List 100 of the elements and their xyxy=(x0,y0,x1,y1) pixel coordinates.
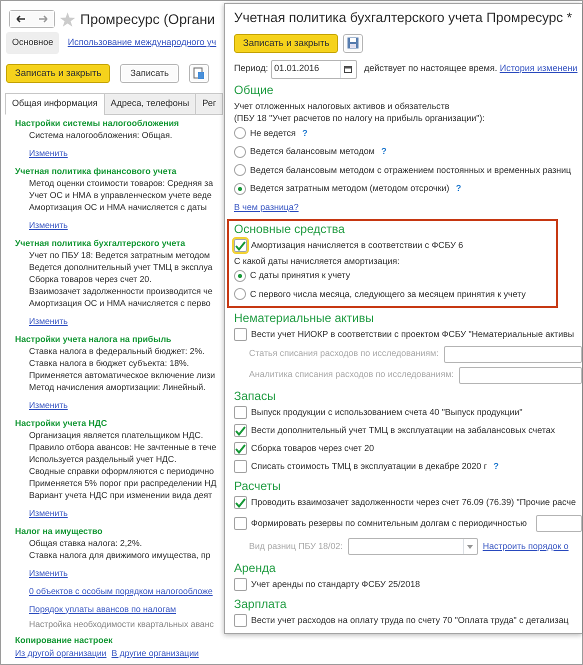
info-line: Вариант учета НДС при изменении вида деят xyxy=(29,488,212,500)
link[interactable]: Изменить xyxy=(29,146,68,158)
checkbox-label: Учет аренды по стандарту ФСБУ 25/2018 xyxy=(251,578,420,591)
info-line: Метод начисления амортизации: Линейный. xyxy=(29,380,206,392)
help-link[interactable]: ? xyxy=(493,460,499,474)
back-arrow-icon xyxy=(16,15,26,23)
view-tab[interactable]: Основное xyxy=(6,32,60,54)
input-field[interactable] xyxy=(458,366,582,384)
link[interactable]: Изменить xyxy=(29,506,68,518)
field-label: Статья списания расходов по исследованиям: xyxy=(249,347,439,360)
dropdown-caret-icon xyxy=(467,544,474,548)
section-heading: Настройки системы налогообложения xyxy=(15,116,179,128)
radio-button[interactable] xyxy=(234,182,246,195)
checkbox[interactable] xyxy=(234,424,247,437)
radio-button[interactable] xyxy=(234,288,246,300)
check-icon xyxy=(235,426,246,436)
info-line: Метод оценки стоимости товаров: Средняя за xyxy=(29,176,214,188)
checkbox-label: Вести учет НИОКР в соответствии с проектом ФСБУ "Нематериальные активы xyxy=(251,328,574,341)
tab[interactable]: Общая информация xyxy=(5,93,105,114)
star-icon[interactable] xyxy=(60,12,76,26)
document-button[interactable] xyxy=(188,64,209,82)
tab[interactable]: Адреса, телефоны xyxy=(104,93,196,114)
radio-label: Ведется балансовым методом с отражением постоянных и временных разниц xyxy=(250,164,572,177)
status-text: действует по настоящее время. xyxy=(364,62,498,76)
link[interactable]: Изменить xyxy=(29,398,68,410)
checkbox[interactable] xyxy=(234,614,247,627)
radio-button[interactable] xyxy=(234,164,246,176)
forward-arrow-icon xyxy=(38,15,48,23)
checkbox[interactable] xyxy=(234,328,247,341)
radio-label: С даты принятия к учету xyxy=(250,269,350,282)
radio-label: Ведется балансовым методом xyxy=(250,145,375,158)
date-field[interactable]: 01.01.2016 xyxy=(270,60,357,78)
section-title: Зарплата xyxy=(234,596,287,612)
info-line: Система налогообложения: Общая. xyxy=(29,128,172,140)
section-heading: Учетная политика финансового учета xyxy=(15,164,176,176)
checkbox[interactable] xyxy=(234,442,247,455)
description-text: Учет отложенных налоговых активов и обязательств xyxy=(234,100,450,112)
back-button[interactable] xyxy=(10,11,32,27)
link[interactable]: Изменить xyxy=(29,218,68,230)
checkbox[interactable] xyxy=(234,460,247,473)
info-line: Применяется 5% порог при распределении НД xyxy=(29,476,216,488)
checkbox-label: Вести дополнительный учет ТМЦ в эксплуатации на забалансовых счетах xyxy=(251,424,556,437)
help-link[interactable]: ? xyxy=(456,182,462,196)
input-field[interactable] xyxy=(536,515,582,532)
section-heading: Настройки учета НДС xyxy=(15,416,108,428)
field-label: Вид разниц ПБУ 18/02: xyxy=(249,540,343,553)
info-line: Амортизация ОС и НМА начисляется с перво xyxy=(29,296,211,308)
info-line: Ставка налога в федеральный бюджет: 2%. xyxy=(29,344,205,356)
link[interactable]: Изменить xyxy=(29,314,68,326)
checkbox[interactable] xyxy=(234,496,247,509)
check-icon xyxy=(235,240,246,250)
info-line: Взаимозачет задолженности производится че xyxy=(29,284,212,296)
check-icon xyxy=(235,498,246,508)
checkbox[interactable] xyxy=(234,239,247,252)
section-title: Общие xyxy=(234,82,274,98)
input-field[interactable] xyxy=(444,346,582,362)
save-and-close-button[interactable]: Записать и закрыть xyxy=(234,34,338,52)
field-label: Аналитика списания расходов по исследованиям: xyxy=(249,368,454,382)
checkbox-label: Амортизация начисляется в соответствии с ФСБУ 6 xyxy=(251,238,464,252)
info-line: Сводные справки оформляются с периодично xyxy=(29,464,214,476)
link[interactable]: Порядок уплаты авансов по налогам xyxy=(29,602,176,614)
link[interactable]: 0 объектов с особым порядком налогообложе xyxy=(29,584,213,596)
info-line: Амортизация ОС и НМА начисляется с даты xyxy=(29,200,207,212)
checkbox-label: Проводить взаимозачет задолженности через счет 76.09 (76.39) "Прочие расче xyxy=(251,496,576,509)
link[interactable]: Изменить xyxy=(29,566,68,578)
section-title: Аренда xyxy=(234,560,276,576)
document-icon xyxy=(192,66,205,80)
help-link[interactable]: ? xyxy=(381,145,387,158)
checkbox[interactable] xyxy=(234,406,247,419)
radio-label: Не ведется xyxy=(250,126,296,140)
help-link[interactable]: ? xyxy=(302,126,308,140)
info-line: Организация является плательщиком НДС. xyxy=(29,428,204,440)
info-line: Ставка налога в бюджет субъекта: 18%. xyxy=(29,356,190,368)
link[interactable]: Из другой организации xyxy=(15,646,106,660)
window-title: Учетная политика бухгалтерского учета Промресурс * xyxy=(234,9,572,27)
info-line: Используется раздельный учет НДС. xyxy=(29,452,176,464)
description-text: (ПБУ 18 "Учет расчетов по налогу на прибыль организации"): xyxy=(234,112,485,124)
history-link[interactable]: История изменени xyxy=(500,62,578,76)
link[interactable]: Настроить порядок о xyxy=(482,540,569,554)
link[interactable]: В другие организации xyxy=(112,646,199,660)
checkbox-label: Формировать резервы по сомнительным долгам с периодичностью xyxy=(251,516,527,530)
note-text: Настройка необходимости квартальных аванс xyxy=(29,618,214,630)
save-button[interactable]: Записать xyxy=(120,64,179,82)
checkbox[interactable] xyxy=(234,517,247,530)
check-icon xyxy=(235,444,246,454)
radio-button[interactable] xyxy=(234,146,246,158)
radio-button[interactable] xyxy=(234,270,246,282)
radio-button[interactable] xyxy=(234,127,246,140)
section-title: Расчеты xyxy=(234,478,281,494)
tab[interactable]: Рег xyxy=(195,93,224,114)
select-field[interactable] xyxy=(348,538,478,555)
checkbox[interactable] xyxy=(234,578,247,591)
info-line: Общая ставка налога: 2,2%. xyxy=(29,536,142,548)
save-button[interactable] xyxy=(343,34,364,52)
view-tab[interactable]: Использование международного уч xyxy=(62,32,222,54)
section-title: Основные средства xyxy=(234,220,345,236)
info-line: Ставка налога для движимого имущества, пр xyxy=(29,548,210,560)
save-and-close-button[interactable]: Записать и закрыть xyxy=(6,64,110,82)
section-title: Запасы xyxy=(234,388,276,404)
link[interactable]: В чем разница? xyxy=(234,200,299,214)
